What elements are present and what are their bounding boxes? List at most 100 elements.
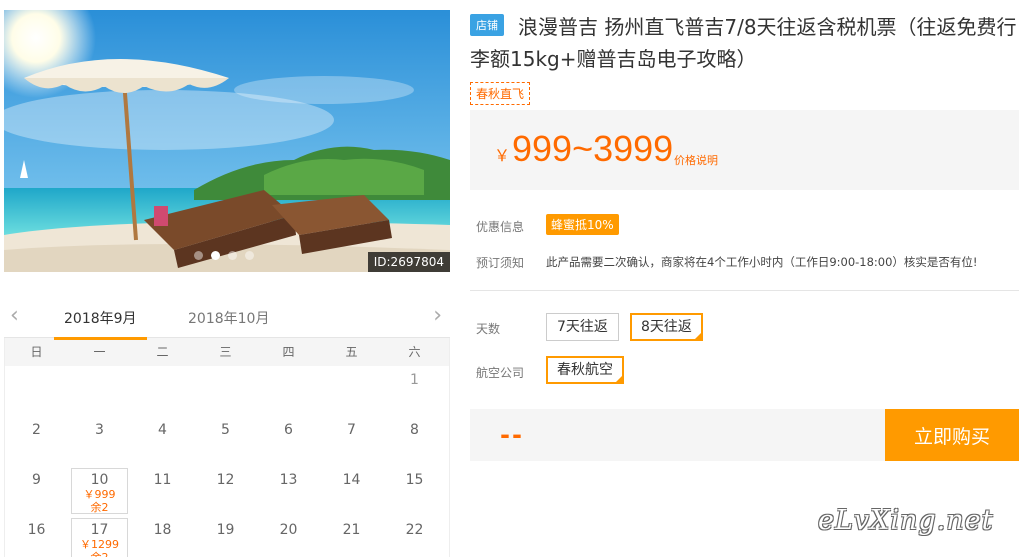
day-number: 13 xyxy=(279,472,298,488)
currency-symbol: ￥ xyxy=(494,148,511,165)
calendar-day xyxy=(68,366,131,416)
calendar-day: 2 xyxy=(5,416,68,466)
day-number: 20 xyxy=(279,522,298,538)
calendar-day: 11 xyxy=(131,466,194,516)
calendar-day: 1 xyxy=(383,366,446,416)
calendar-day: 22 xyxy=(383,516,446,557)
calendar-weekday-header: 日 一 二 三 四 五 六 xyxy=(4,338,450,366)
weekday-label: 六 xyxy=(408,345,421,359)
purchase-bar: -- 立即购买 xyxy=(470,409,1019,461)
day-number: 14 xyxy=(342,472,361,488)
price-value: 999~3999 xyxy=(512,128,674,169)
price-explanation-link[interactable]: 价格说明 xyxy=(674,152,718,168)
calendar-day: 15 xyxy=(383,466,446,516)
day-number: 8 xyxy=(410,422,419,438)
calendar-day: 6 xyxy=(257,416,320,466)
departure-calendar: ‹ 2018年9月 2018年10月 › 日 一 二 三 四 五 六 12345… xyxy=(4,296,450,557)
calendar-day xyxy=(194,366,257,416)
day-price: ￥999 xyxy=(83,488,116,501)
shop-badge: 店铺 xyxy=(470,14,504,36)
promo-label: 优惠信息 xyxy=(476,220,525,234)
calendar-month-nav: ‹ 2018年9月 2018年10月 › xyxy=(4,296,450,340)
day-number: 1 xyxy=(410,372,419,388)
calendar-day xyxy=(5,366,68,416)
option-8-days[interactable]: 8天往返 ✓ xyxy=(630,313,703,341)
chevron-right-icon[interactable]: › xyxy=(433,305,442,327)
day-number: 7 xyxy=(347,422,356,438)
calendar-day-available[interactable]: 10 ￥999 余2 xyxy=(71,468,128,514)
weekday-label: 五 xyxy=(345,345,358,359)
weekday-label: 四 xyxy=(282,345,295,359)
image-id-label: ID:2697804 xyxy=(367,252,450,272)
price-range: ￥999~3999 xyxy=(494,128,673,170)
calendar-day: 16 xyxy=(5,516,68,557)
tab-month-sep[interactable]: 2018年9月 xyxy=(54,308,147,340)
calendar-day: 21 xyxy=(320,516,383,557)
price-panel: ￥999~3999 价格说明 xyxy=(470,110,1019,190)
carousel-dot-active[interactable] xyxy=(211,251,220,260)
day-number: 19 xyxy=(216,522,235,538)
day-number: 6 xyxy=(284,422,293,438)
calendar-day: 9 xyxy=(5,466,68,516)
carousel-dot[interactable] xyxy=(245,251,254,260)
day-number: 18 xyxy=(153,522,172,538)
calendar-day: 3 xyxy=(68,416,131,466)
weekday-label: 二 xyxy=(156,345,169,359)
day-number: 16 xyxy=(27,522,46,538)
product-title: 浪漫普吉 扬州直飞普吉7/8天往返含税机票（往返免费行李额15kg+赠普吉岛电子… xyxy=(470,15,1017,71)
days-label: 天数 xyxy=(476,322,501,336)
day-number: 17 xyxy=(90,522,109,538)
day-remaining: 余2 xyxy=(90,501,109,514)
day-number: 21 xyxy=(342,522,361,538)
calendar-day: 19 xyxy=(194,516,257,557)
calendar-day xyxy=(320,366,383,416)
weekday-label: 三 xyxy=(219,345,232,359)
day-number: 5 xyxy=(221,422,230,438)
calendar-day: 18 xyxy=(131,516,194,557)
booking-notice: 此产品需要二次确认，商家将在4个工作小时内（工作日9:00-18:00）核实是否… xyxy=(546,255,978,269)
beach-photo xyxy=(4,10,450,272)
calendar-day: 12 xyxy=(194,466,257,516)
weekday-label: 日 xyxy=(30,345,43,359)
chevron-left-icon[interactable]: ‹ xyxy=(10,305,19,327)
section-divider xyxy=(470,290,1019,291)
carousel-dot[interactable] xyxy=(194,251,203,260)
calendar-day: 5 xyxy=(194,416,257,466)
option-label: 7天往返 xyxy=(557,319,608,335)
calendar-day: 20 xyxy=(257,516,320,557)
calendar-day: 4 xyxy=(131,416,194,466)
day-number: 10 xyxy=(90,472,109,488)
day-number: 3 xyxy=(95,422,104,438)
calendar-day: 13 xyxy=(257,466,320,516)
day-remaining: 余2 xyxy=(72,551,127,557)
selected-price: -- xyxy=(500,421,524,449)
calendar-day: 7 xyxy=(320,416,383,466)
calendar-day: 8 xyxy=(383,416,446,466)
carousel-dots xyxy=(194,251,254,260)
day-number: 4 xyxy=(158,422,167,438)
tab-month-oct[interactable]: 2018年10月 xyxy=(188,308,269,328)
site-watermark: eLvXing.net xyxy=(818,505,994,536)
product-image-carousel[interactable]: ID:2697804 xyxy=(4,10,450,272)
calendar-day-available[interactable]: 17￥1299余2 xyxy=(71,518,128,557)
calendar-grid: 12345678910￥999余211121314151617￥1299余218… xyxy=(4,366,450,557)
option-airline[interactable]: 春秋航空 ✓ xyxy=(546,356,624,384)
calendar-day xyxy=(257,366,320,416)
promo-badge: 蜂蜜抵10% xyxy=(546,214,619,235)
airline-label: 航空公司 xyxy=(476,366,525,380)
airline-direct-tag: 春秋直飞 xyxy=(470,82,531,105)
option-label: 春秋航空 xyxy=(557,362,613,378)
carousel-dot[interactable] xyxy=(228,251,237,260)
day-number: 2 xyxy=(32,422,41,438)
day-number: 11 xyxy=(153,472,172,488)
check-icon: ✓ xyxy=(695,331,701,339)
check-icon: ✓ xyxy=(616,374,622,382)
calendar-day: 14 xyxy=(320,466,383,516)
option-7-days[interactable]: 7天往返 xyxy=(546,313,619,341)
day-number: 22 xyxy=(405,522,424,538)
day-price: ￥1299 xyxy=(80,538,119,551)
buy-now-button[interactable]: 立即购买 xyxy=(885,409,1019,461)
weekday-label: 一 xyxy=(93,345,106,359)
option-label: 8天往返 xyxy=(641,319,692,335)
day-number: 9 xyxy=(32,472,41,488)
